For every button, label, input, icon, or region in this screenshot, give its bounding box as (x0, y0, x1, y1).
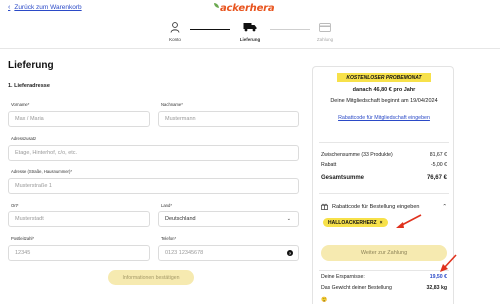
total-label: Gesamtsumme (321, 175, 365, 181)
subtotal-row: Zwischensumme (33 Produkte) 81,67 € (321, 152, 447, 158)
step-label: Lieferung (239, 37, 261, 42)
chevron-down-icon: ⌄ (286, 216, 291, 222)
section-title: 1. Lieferadresse (8, 83, 50, 89)
promo-price: danach 46,80 € pro Jahr (352, 87, 416, 93)
weight-emoji-icon: 😲 (321, 297, 328, 303)
annotation-arrow-coupon (396, 214, 422, 228)
membership-coupon-link[interactable]: Rabattcode für Mitgliedschaft eingeben (313, 115, 455, 121)
chevron-up-icon: ⌃ (442, 203, 447, 210)
gift-icon (321, 203, 328, 210)
person-icon (150, 20, 200, 34)
savings-row: Deine Ersparnisse: 19,50 € (321, 274, 447, 280)
step-label: Zahlung (316, 37, 334, 42)
step-lieferung[interactable]: Lieferung (225, 20, 275, 42)
telefon-input[interactable]: 0123 12345678 ? (158, 245, 299, 261)
card-icon (300, 20, 350, 34)
total-value: 76,67 € (426, 175, 447, 181)
leaf-icon (214, 3, 219, 8)
page-title: Lieferung (8, 60, 54, 71)
discount-row: Rabatt -5,00 € (321, 162, 447, 168)
confirm-info-button[interactable]: Informationen bestätigen (108, 270, 194, 285)
order-coupon-toggle[interactable]: Rabattcode für Bestellung eingeben ⌃ (321, 203, 447, 210)
top-bar: ‹ Zurück zum Warenkorb ackerhera Konto L… (0, 0, 500, 48)
subtotal-label: Zwischensumme (33 Produkte) (321, 152, 393, 158)
truck-icon (225, 20, 275, 34)
ort-input[interactable]: Musterstadt (8, 211, 150, 227)
savings-label: Deine Ersparnisse: (321, 274, 365, 280)
adresszusatz-label: Adresszusatz (11, 136, 37, 141)
step-label: Konto (169, 37, 181, 42)
land-select[interactable]: Deutschland ⌄ (158, 211, 299, 227)
nachname-input[interactable]: Mustermann (158, 111, 299, 127)
savings-value: 19,50 € (429, 274, 447, 280)
adresse-label: Adresse (Straße, Hausnummer)* (11, 169, 72, 174)
info-icon[interactable]: ? (287, 250, 293, 256)
panel-divider (319, 270, 449, 271)
total-row: Gesamtsumme 76,67 € (321, 175, 447, 181)
promo-start-date: Deine Mitgliedschaft beginnt am 19/04/20… (330, 98, 438, 104)
coupon-heading: Rabattcode für Bestellung eingeben (332, 203, 420, 210)
nachname-label: Nachname* (161, 102, 183, 107)
weight-label: Das Gewicht deiner Bestellung (321, 285, 392, 291)
vorname-label: Vorname* (11, 102, 30, 107)
order-summary-panel: KOSTENLOSER PROBEMONAT danach 46,80 € pr… (312, 66, 454, 304)
vorname-input[interactable]: Max / Maria (8, 111, 150, 127)
weight-value: 32,83 kg (426, 285, 447, 291)
coupon-code: HALLOACKERHERZ (328, 219, 377, 226)
step-zahlung[interactable]: Zahlung (300, 20, 350, 42)
applied-coupon-chip[interactable]: HALLOACKERHERZ × (323, 218, 388, 227)
checkout-steps: Konto Lieferung Zahlung (150, 20, 350, 46)
postleitzahl-input[interactable]: 12345 (8, 245, 150, 261)
land-value: Deutschland (165, 216, 196, 222)
weight-row: Das Gewicht deiner Bestellung 32,83 kg (321, 285, 447, 291)
subtotal-value: 81,67 € (429, 152, 447, 158)
telefon-placeholder: 0123 12345678 (165, 250, 204, 256)
land-label: Land* (161, 203, 172, 208)
postleitzahl-label: Postleitzahl* (11, 236, 35, 241)
close-icon[interactable]: × (380, 220, 383, 226)
discount-label: Rabatt (321, 162, 337, 168)
telefon-label: Telefon* (161, 236, 177, 241)
step-konto[interactable]: Konto (150, 20, 200, 42)
continue-to-payment-button[interactable]: Weiter zur Zahlung (321, 245, 447, 261)
panel-divider (319, 142, 449, 143)
header-divider (0, 48, 500, 49)
ort-label: Ort* (11, 203, 19, 208)
adresse-input[interactable]: Musterstraße 1 (8, 178, 299, 194)
panel-divider (319, 193, 449, 194)
chevron-left-icon: ‹ (8, 4, 11, 11)
brand-logo[interactable]: ackerhera (214, 3, 275, 14)
back-to-cart-link[interactable]: ‹ Zurück zum Warenkorb (8, 4, 82, 11)
adresszusatz-input[interactable]: Etage, Hinterhof, c/o, etc. (8, 145, 299, 161)
free-trial-badge: KOSTENLOSER PROBEMONAT (337, 73, 431, 82)
back-link-label: Zurück zum Warenkorb (14, 4, 82, 11)
discount-value: -5,00 € (430, 162, 447, 168)
annotation-arrow-savings (440, 254, 457, 272)
